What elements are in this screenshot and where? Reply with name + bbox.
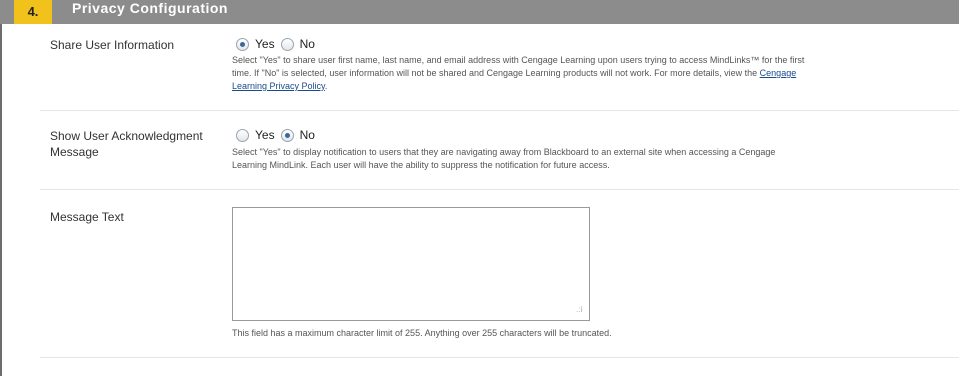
row-divider — [40, 357, 959, 358]
share-user-info-label: Share User Information — [50, 38, 175, 52]
resize-grip-icon[interactable]: .:i — [576, 306, 586, 316]
show-ack-radio-group: Yes No — [236, 127, 321, 143]
share-user-info-help-line2: time. If "No" is selected, user informat… — [232, 67, 947, 80]
section-title: Privacy Configuration — [72, 0, 228, 16]
message-text-help: This field has a maximum character limit… — [232, 328, 612, 338]
row-divider — [40, 189, 959, 190]
privacy-policy-link-cont[interactable]: Learning Privacy Policy — [232, 81, 325, 91]
share-user-info-yes-radio[interactable] — [236, 37, 249, 51]
share-user-info-help-line1: Select "Yes" to share user first name, l… — [232, 55, 805, 65]
message-text-input[interactable] — [232, 207, 590, 321]
share-user-info-help-line3: Learning Privacy Policy. — [232, 80, 947, 93]
show-ack-help-line1: Select "Yes" to display notification to … — [232, 147, 776, 157]
show-ack-help: Select "Yes" to display notification to … — [232, 146, 947, 172]
privacy-policy-link[interactable]: Cengage — [760, 68, 797, 78]
show-ack-label-line1: Show User Acknowledgment — [50, 129, 203, 143]
show-ack-no-radio[interactable] — [280, 128, 294, 142]
share-user-info-help-text: time. If "No" is selected, user informat… — [232, 68, 758, 78]
show-ack-label: Show User Acknowledgment Message — [50, 128, 203, 160]
share-user-info-radio-group: Yes No — [236, 36, 321, 52]
row-divider — [40, 110, 959, 111]
show-ack-no-label[interactable]: No — [300, 128, 315, 142]
help-period: . — [324, 81, 328, 91]
show-ack-yes-radio[interactable] — [236, 128, 249, 142]
show-ack-label-line2: Message — [50, 145, 99, 159]
show-ack-yes-label[interactable]: Yes — [255, 128, 275, 142]
left-border — [0, 24, 2, 376]
share-user-info-no-label[interactable]: No — [300, 37, 315, 51]
share-user-info-yes-label[interactable]: Yes — [255, 37, 275, 51]
message-text-label: Message Text — [50, 210, 124, 224]
share-user-info-help: Select "Yes" to share user first name, l… — [232, 54, 947, 93]
section-header: 4. Privacy Configuration — [0, 0, 959, 24]
show-ack-help-line2: Learning MindLink. Each user will have t… — [232, 160, 610, 170]
share-user-info-no-radio[interactable] — [280, 37, 294, 51]
section-number: 4. — [14, 0, 52, 24]
